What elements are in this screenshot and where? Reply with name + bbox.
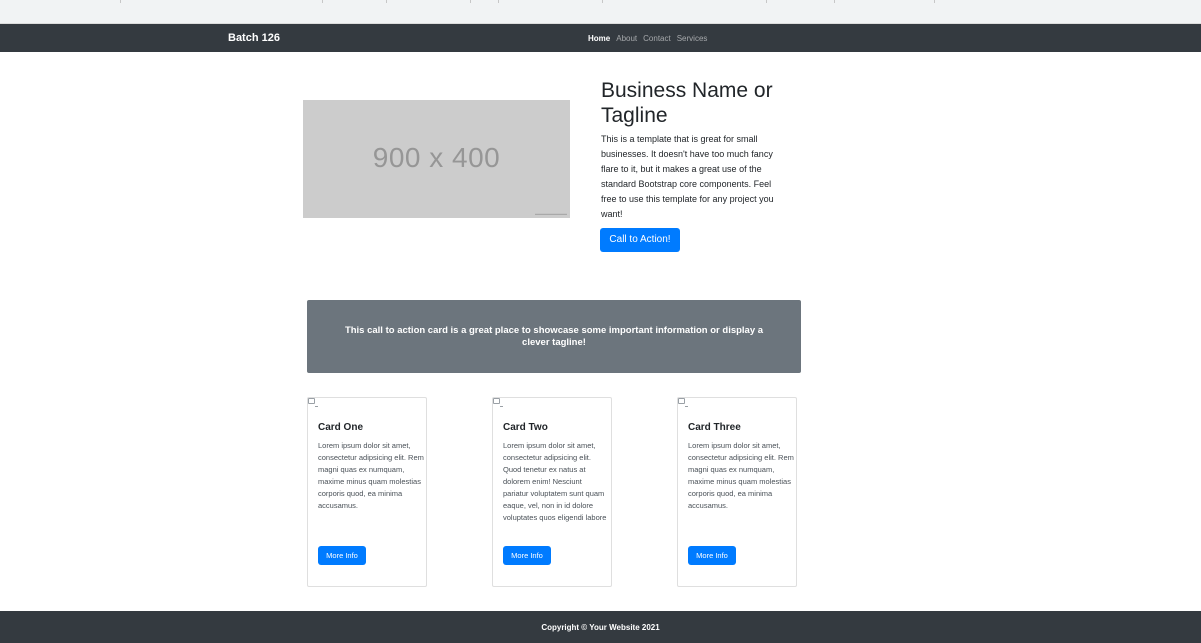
footer: Copyright © Your Website 2021 [0,611,1201,643]
hero-title: Business Name or Tagline [601,79,773,127]
tab-divider [934,0,935,3]
call-to-action-button[interactable]: Call to Action! [600,228,680,252]
card-three: Card Three Lorem ipsum dolor sit amet, c… [677,397,797,587]
nav-links: Home About Contact Services [588,34,707,43]
tab-divider [834,0,835,3]
tab-divider [386,0,387,3]
more-info-button[interactable]: More Info [503,546,551,565]
card-title: Card Three [688,422,741,433]
nav-link-home[interactable]: Home [588,34,610,43]
card-text: Lorem ipsum dolor sit amet, consectetur … [318,441,424,510]
broken-image-icon [678,398,690,408]
hero-image-size-label: 900 x 400 [372,142,501,173]
card-title: Card Two [503,422,548,433]
cta-card: This call to action card is a great plac… [307,300,801,373]
nav-link-contact[interactable]: Contact [643,34,671,43]
card-text: Lorem ipsum dolor sit amet, consectetur … [503,441,607,522]
tab-divider [766,0,767,3]
cta-card-text: This call to action card is a great plac… [344,325,764,348]
navbar: Batch 126 Home About Contact Services [0,24,1201,52]
more-info-button[interactable]: More Info [688,546,736,565]
nav-link-about[interactable]: About [616,34,637,43]
card-title: Card One [318,422,364,433]
tab-divider [120,0,121,3]
card-one: Card One Lorem ipsum dolor sit amet, con… [307,397,427,587]
card-two: Card Two Lorem ipsum dolor sit amet, con… [492,397,612,587]
more-info-button[interactable]: More Info [318,546,366,565]
card-text: Lorem ipsum dolor sit amet, consectetur … [688,441,794,510]
tab-divider [498,0,499,3]
hero-description: This is a template that is great for sma… [601,134,774,219]
hero-placeholder-image: 900 x 400 ▬▬▬▬▬▬▬▬ [303,100,570,218]
navbar-brand[interactable]: Batch 126 [228,32,280,44]
broken-image-icon [493,398,505,408]
tab-divider [470,0,471,3]
tab-divider [602,0,603,3]
footer-copyright: Copyright © Your Website 2021 [541,623,660,632]
tab-divider [322,0,323,3]
broken-image-icon [308,398,320,408]
hero-image-credit: ▬▬▬▬▬▬▬▬ [535,211,567,216]
nav-link-services[interactable]: Services [677,34,708,43]
browser-tab-strip [0,0,1201,24]
